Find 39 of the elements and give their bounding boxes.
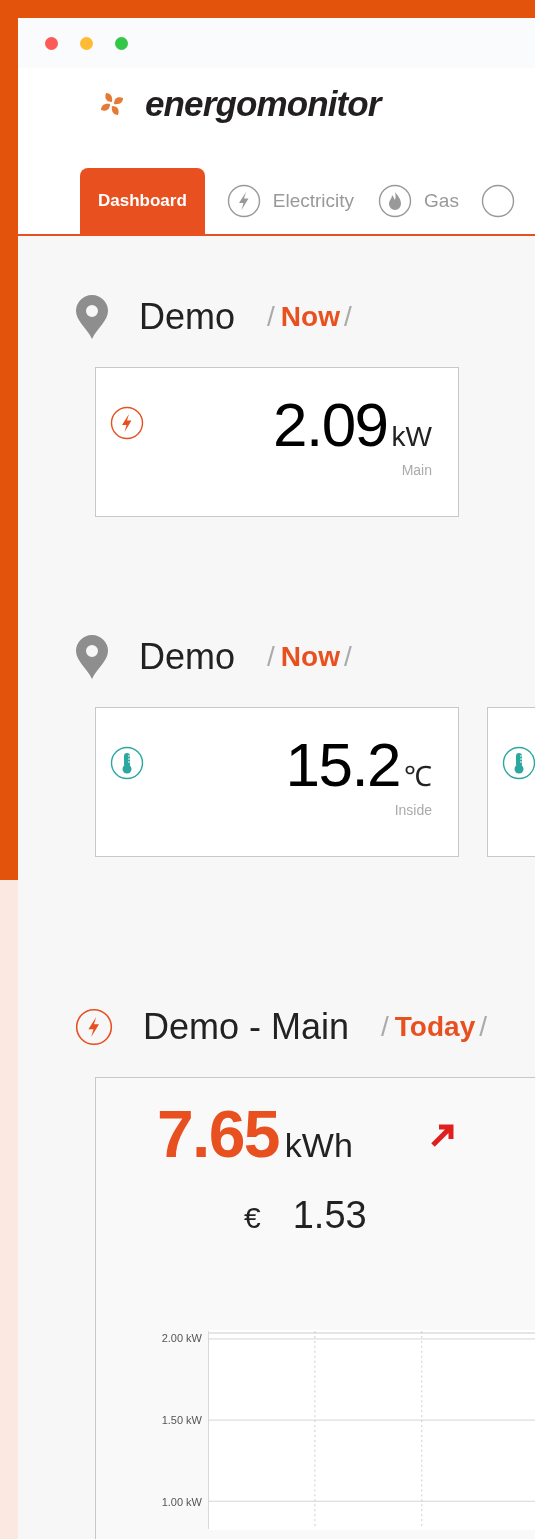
period-link[interactable]: Now [280, 296, 340, 338]
section-title: Demo - Main [143, 1005, 350, 1049]
breadcrumb-separator: / [343, 300, 352, 334]
reading-unit: ℃ [404, 760, 432, 794]
breadcrumb-separator: / [479, 1010, 487, 1044]
currency-symbol: € [244, 1200, 261, 1236]
axis-label: 1.50 kW [161, 1413, 202, 1428]
reading-value: 2.09 [273, 392, 388, 458]
nav-tab[interactable]: Electricity [224, 168, 357, 234]
window-control-button[interactable] [45, 36, 58, 50]
bolt-icon [110, 406, 144, 440]
energy-value: 7.65 [157, 1098, 279, 1170]
reading-unit: kW [391, 420, 432, 454]
breadcrumb-separator: / [267, 640, 275, 674]
breadcrumb-separator: / [343, 640, 352, 674]
reading-value: 15.2 [285, 732, 400, 798]
location-pin-icon [75, 294, 109, 340]
nav-tab[interactable]: Gas [376, 168, 461, 234]
location-pin-icon [75, 634, 109, 680]
bolt-icon [75, 1008, 113, 1046]
energy-unit: kWh [284, 1125, 353, 1166]
axis-label: 1.00 kW [161, 1495, 202, 1510]
section-title: Demo [139, 295, 236, 339]
window-control-button[interactable] [80, 36, 93, 50]
reading-label: Main [401, 461, 432, 480]
section-title: Demo [139, 635, 236, 679]
period-link[interactable]: Now [280, 636, 340, 678]
breadcrumb-separator: / [267, 300, 275, 334]
bolt-icon [226, 184, 261, 218]
flame-icon [378, 184, 413, 218]
thermometer-icon [110, 746, 144, 780]
brand-name: energomonitor [145, 82, 381, 125]
window-control-button[interactable] [115, 36, 128, 50]
breadcrumb-separator: / [381, 1010, 389, 1044]
reading-label: Inside [394, 801, 432, 820]
nav-tab[interactable]: Dashboard [80, 168, 205, 234]
axis-label: 2.00 kW [161, 1331, 202, 1346]
cost-value: 1.53 [292, 1193, 367, 1238]
period-link[interactable]: Today [394, 1006, 476, 1048]
